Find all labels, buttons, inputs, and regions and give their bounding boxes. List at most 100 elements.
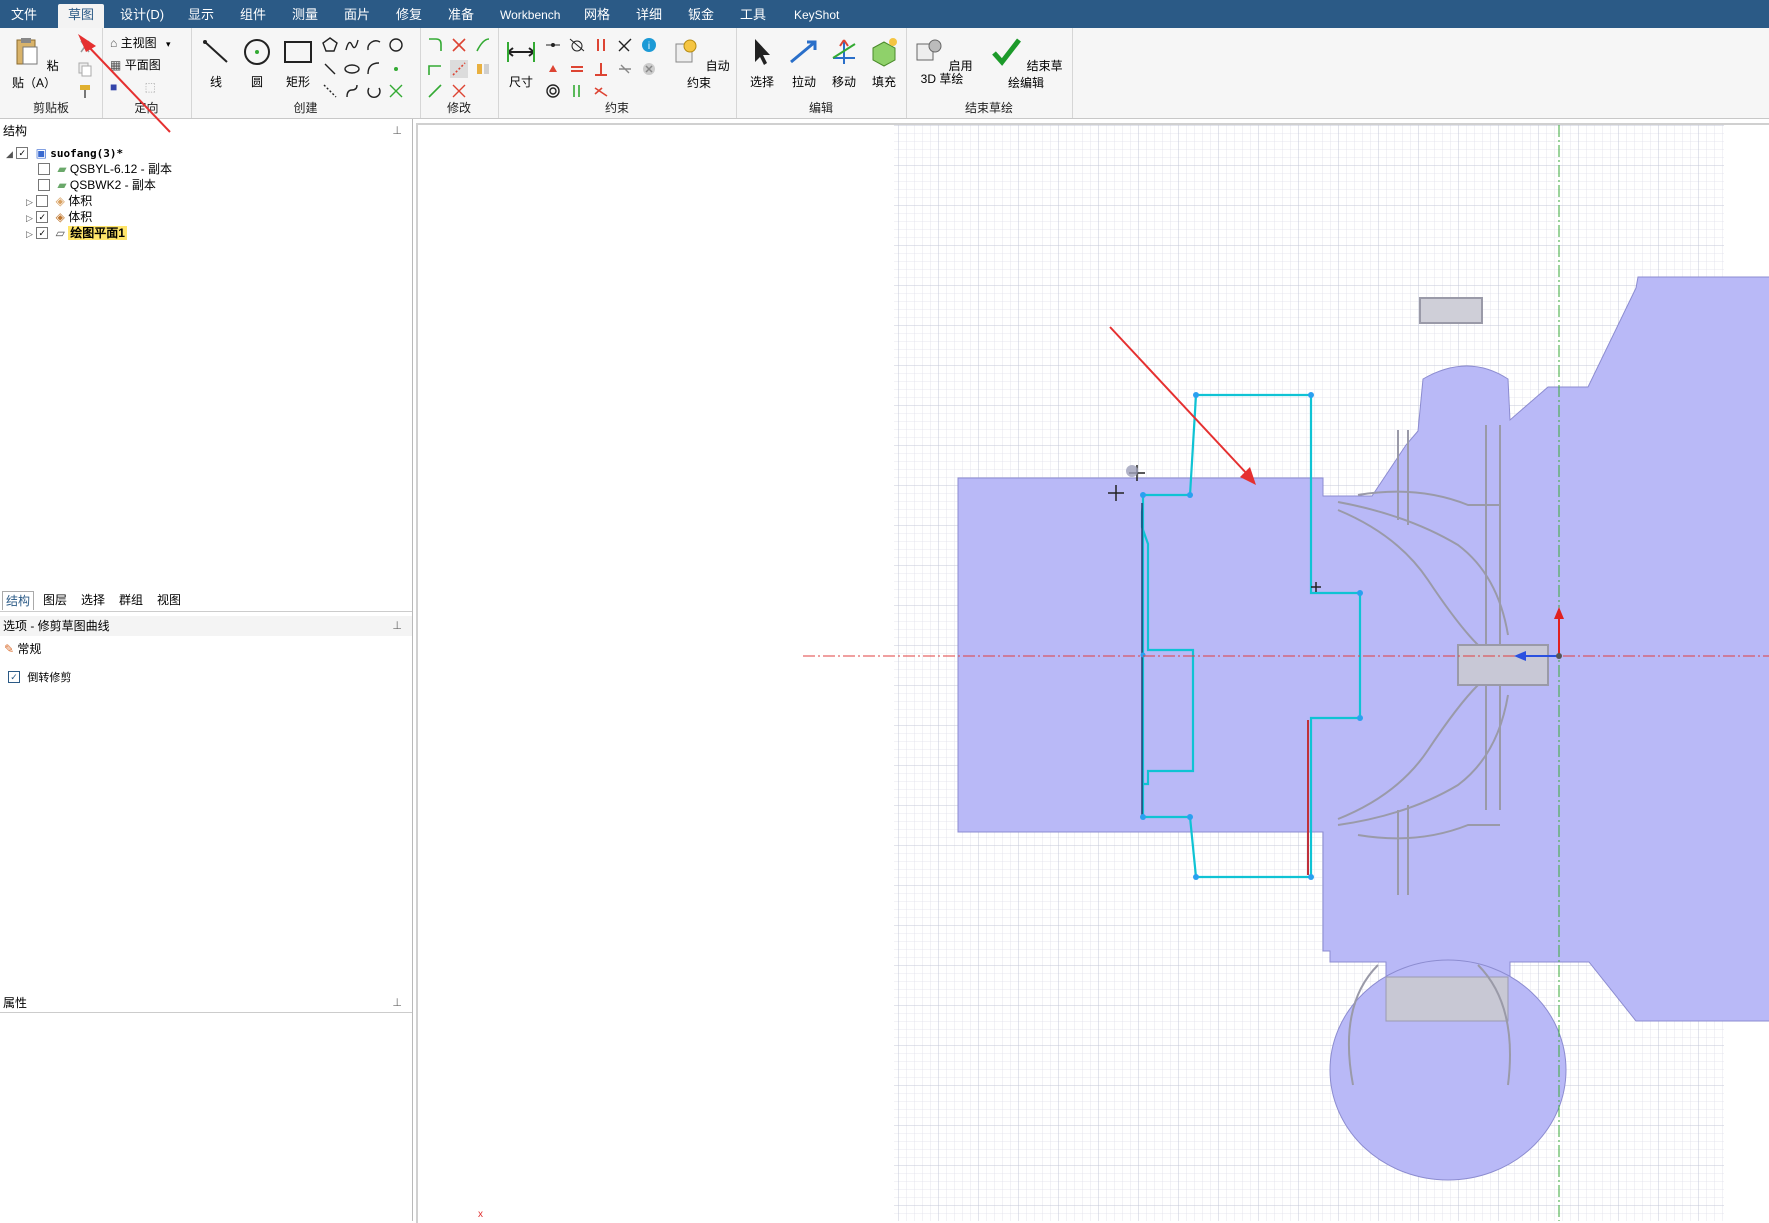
tree-root-checkbox[interactable]: ✓	[16, 146, 29, 159]
tree-item-checkbox[interactable]	[38, 178, 50, 191]
equal-icon[interactable]	[568, 60, 586, 78]
vertical-icon[interactable]	[568, 82, 586, 100]
parallel-icon[interactable]	[592, 36, 610, 54]
pull-button[interactable]: 拉动	[784, 36, 824, 90]
tree-item-checkbox[interactable]	[38, 162, 50, 175]
enable-3d-sketch-button[interactable]: 启用 3D 草绘	[910, 36, 974, 86]
plan-view-button[interactable]: ▦ 平面图	[110, 56, 161, 74]
tree-item[interactable]: ▰ QSBWK2 - 副本	[38, 177, 156, 193]
menu-design[interactable]: 设计(D)	[120, 0, 164, 28]
tree-item-label: 绘图平面1	[68, 226, 127, 240]
design-viewport[interactable]: x	[418, 125, 1769, 1221]
view-cube-button[interactable]: ■ ⬚	[110, 78, 156, 96]
offset-icon[interactable]	[474, 36, 492, 54]
menu-facets[interactable]: 面片	[344, 0, 370, 28]
tree-item[interactable]: ▰ QSBYL-6.12 - 副本	[38, 161, 172, 177]
component-icon: ▰	[57, 162, 67, 176]
scale-icon[interactable]	[426, 82, 444, 100]
slot-icon[interactable]	[321, 60, 339, 78]
fill-button[interactable]: 填充	[864, 36, 904, 90]
move-button[interactable]: 移动	[824, 36, 864, 90]
home-view-button[interactable]: ⌂ 主视图 ▾	[110, 34, 170, 52]
split-icon[interactable]	[450, 82, 468, 100]
sweep-arc-icon[interactable]	[343, 82, 361, 100]
construction-line-icon[interactable]	[321, 82, 339, 100]
trim-away-icon[interactable]	[450, 60, 468, 78]
pin-icon[interactable]: ⊥	[392, 616, 402, 636]
dimension-button[interactable]: 尺寸	[502, 36, 540, 90]
tab-selection[interactable]: 选择	[78, 591, 108, 609]
point-icon[interactable]	[387, 60, 405, 78]
options-section-label: 常规	[17, 642, 42, 656]
trim-icon[interactable]	[450, 36, 468, 54]
polygon-icon[interactable]	[321, 36, 339, 54]
menu-file[interactable]: 文件	[11, 0, 37, 28]
origin-marker: x	[478, 1209, 483, 1220]
menu-keyshot[interactable]: KeyShot	[794, 0, 839, 28]
tab-layers[interactable]: 图层	[40, 591, 70, 609]
concentric-icon[interactable]	[544, 82, 562, 100]
info-icon[interactable]: i	[640, 36, 658, 54]
polyline-icon[interactable]	[387, 36, 405, 54]
arc-icon[interactable]	[365, 36, 383, 54]
expand-icon[interactable]: ◢	[6, 149, 13, 159]
menu-workbench[interactable]: Workbench	[500, 0, 560, 28]
menu-prepare[interactable]: 准备	[448, 0, 474, 28]
expand-icon[interactable]: ▷	[26, 229, 33, 239]
menu-repair[interactable]: 修复	[396, 0, 422, 28]
menu-measure[interactable]: 测量	[292, 0, 318, 28]
rectangle-button[interactable]: 矩形	[277, 36, 319, 90]
invert-trim-checkbox[interactable]: ✓	[8, 670, 20, 683]
format-painter-icon[interactable]	[76, 82, 94, 100]
pin-icon[interactable]: ⊥	[392, 993, 402, 1013]
copy-icon[interactable]	[76, 60, 94, 78]
spline-icon[interactable]	[343, 36, 361, 54]
line-button[interactable]: 线	[195, 36, 237, 90]
menu-assembly[interactable]: 组件	[240, 0, 266, 28]
ellipse-icon[interactable]	[343, 60, 361, 78]
svg-text:i: i	[648, 41, 650, 52]
face-curve-icon[interactable]	[387, 82, 405, 100]
tree-root[interactable]: ◢ ✓ ▣ suofang(3)*	[6, 145, 123, 161]
pin-icon[interactable]: ⊥	[392, 121, 402, 141]
tree-item-selected[interactable]: ▷ ✓ ▱ 绘图平面1	[26, 225, 127, 241]
expand-icon[interactable]: ▷	[26, 197, 33, 207]
tree-item-checkbox[interactable]: ✓	[36, 226, 49, 239]
symmetric-icon[interactable]	[616, 60, 634, 78]
horizontal-icon[interactable]	[592, 82, 610, 100]
select-button[interactable]: 选择	[742, 36, 782, 90]
tree-item[interactable]: ▷ ✓ ◈ 体积	[26, 209, 92, 225]
arc3-icon[interactable]	[365, 60, 383, 78]
finish-sketch-edit-button[interactable]: 结束草绘编辑	[984, 36, 1068, 91]
cut-icon[interactable]	[76, 38, 94, 56]
fillet-icon[interactable]	[426, 36, 444, 54]
tree-item-checkbox[interactable]	[36, 194, 49, 207]
delete-constraint-icon[interactable]	[640, 60, 658, 78]
tab-views[interactable]: 视图	[154, 591, 184, 609]
tangent-constraint-icon[interactable]	[568, 36, 586, 54]
auto-constraint-button[interactable]: 自动约束	[666, 36, 732, 91]
menu-display[interactable]: 显示	[188, 0, 214, 28]
paste-button[interactable]: 粘贴（A）	[4, 36, 64, 91]
invert-trim-option[interactable]: ✓ 倒转修剪	[8, 669, 71, 685]
angle-constraint-icon[interactable]	[616, 36, 634, 54]
tree-item-checkbox[interactable]: ✓	[36, 210, 49, 223]
perpendicular-icon[interactable]	[592, 60, 610, 78]
tab-groups[interactable]: 群组	[116, 591, 146, 609]
tree-item[interactable]: ▷ ◈ 体积	[26, 193, 92, 209]
edit-group: 选择 拉动 移动 填充 编辑	[736, 28, 907, 118]
tangent-arc-icon[interactable]	[365, 82, 383, 100]
expand-icon[interactable]: ▷	[26, 213, 33, 223]
extend-icon[interactable]	[426, 60, 444, 78]
menu-mesh[interactable]: 网格	[584, 0, 610, 28]
sketch-canvas[interactable]: x	[418, 125, 1769, 1221]
menu-sketch[interactable]: 草图	[58, 4, 105, 28]
fix-icon[interactable]	[544, 60, 562, 78]
tab-structure[interactable]: 结构	[2, 591, 35, 610]
menu-tools[interactable]: 工具	[740, 0, 766, 28]
menu-detail[interactable]: 详细	[636, 0, 662, 28]
coincident-icon[interactable]	[544, 36, 562, 54]
circle-button[interactable]: 圆	[237, 36, 277, 90]
mirror-icon[interactable]	[474, 60, 492, 78]
menu-sheetmetal[interactable]: 钣金	[688, 0, 714, 28]
